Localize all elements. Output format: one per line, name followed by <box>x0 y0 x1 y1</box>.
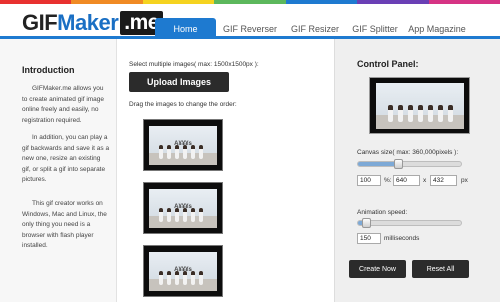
intro-paragraph-1: GIFMaker.me allows you to create animate… <box>22 85 105 124</box>
speed-input[interactable]: 150 <box>357 233 381 244</box>
canvas-size-label: Canvas size( max: 360,000pixels ): <box>357 149 459 156</box>
size-separator: x <box>423 177 427 184</box>
create-now-button[interactable]: Create Now <box>349 260 406 278</box>
frame-thumbnail[interactable]: A¥¥¥s <box>143 245 223 297</box>
height-input[interactable]: 432 <box>430 175 457 186</box>
intro-paragraph-2: In addition, you can play a gif backward… <box>22 134 110 183</box>
slider-handle[interactable] <box>362 218 371 228</box>
site-logo[interactable]: GIF Maker .me <box>22 10 163 36</box>
speed-unit: milliseconds <box>384 235 420 242</box>
preview-image <box>376 83 464 129</box>
intro-title: Introduction <box>22 65 75 75</box>
upload-area: Select multiple images( max: 1500x1500px… <box>118 39 333 302</box>
gif-preview <box>369 77 470 134</box>
canvas-size-slider[interactable] <box>357 159 462 169</box>
frame-thumbnail[interactable]: A¥¥¥s <box>143 119 223 171</box>
px-unit: px <box>461 177 468 184</box>
logo-part-gif: GIF <box>22 10 58 35</box>
frame-caption: A¥¥¥s <box>174 141 192 147</box>
intro-sidebar: Introduction GIFMaker.me allows you to c… <box>0 39 117 302</box>
frame-thumbnail[interactable]: A¥¥¥s <box>143 182 223 234</box>
width-input[interactable]: 640 <box>393 175 420 186</box>
reset-all-button[interactable]: Reset All <box>412 260 469 278</box>
frame-image: A¥¥¥s <box>149 189 217 228</box>
intro-paragraph-3: This gif creator works on Windows, Mac a… <box>22 200 107 249</box>
percent-unit: %: <box>384 177 392 184</box>
upload-hint: Select multiple images( max: 1500x1500px… <box>129 61 259 68</box>
upload-images-button[interactable]: Upload Images <box>129 72 229 92</box>
percent-input[interactable]: 100 <box>357 175 381 186</box>
frame-caption: A¥¥¥s <box>174 204 192 210</box>
logo-part-maker: Maker <box>57 10 119 35</box>
drag-hint: Drag the images to change the order: <box>129 101 237 108</box>
control-panel-title: Control Panel: <box>357 59 419 69</box>
slider-handle[interactable] <box>394 159 403 169</box>
frame-image: A¥¥¥s <box>149 252 217 291</box>
animation-speed-label: Animation speed: <box>357 209 408 216</box>
animation-speed-slider[interactable] <box>357 218 462 228</box>
slider-fill <box>358 162 399 166</box>
control-panel: Control Panel: Canvas size( max: 360,000… <box>334 39 500 302</box>
frame-image: A¥¥¥s <box>149 126 217 165</box>
frame-caption: A¥¥¥s <box>174 267 192 273</box>
site-header: GIF Maker .me Home GIF Reverser GIF Resi… <box>0 4 500 40</box>
